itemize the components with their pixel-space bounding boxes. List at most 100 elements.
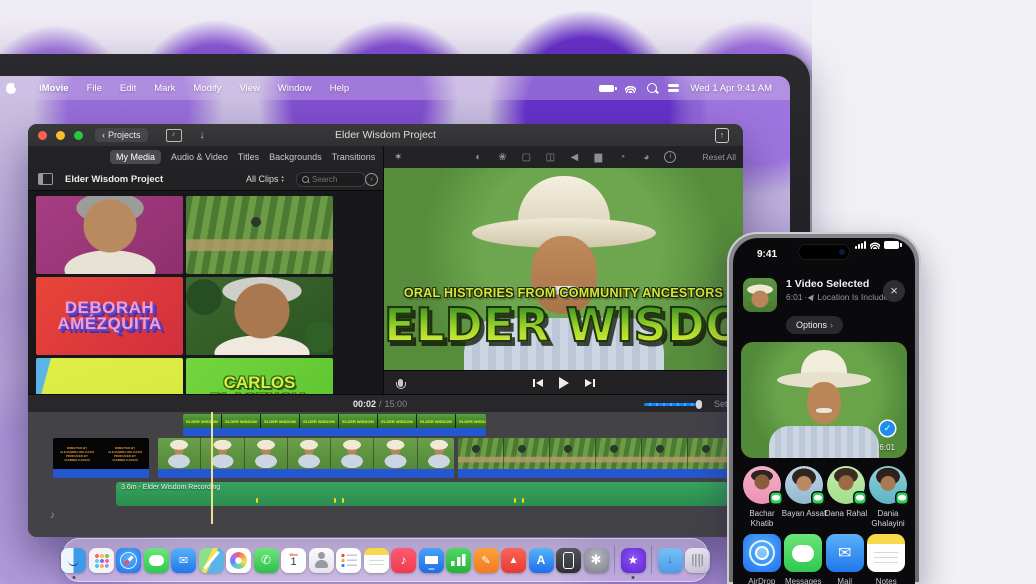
- title-track[interactable]: ELDER WISDOM ELDER WISDOM ELDER WISDOM E…: [183, 414, 486, 428]
- play-button[interactable]: [559, 377, 569, 389]
- clip-thumbnail-elder-woman[interactable]: [36, 196, 183, 274]
- info-icon[interactable]: i: [664, 151, 676, 163]
- timeline[interactable]: ELDER WISDOM ELDER WISDOM ELDER WISDOM E…: [28, 412, 743, 537]
- search-icon[interactable]: [647, 83, 657, 93]
- clip-thumbnail-farm[interactable]: [186, 196, 333, 274]
- noise-reduction-icon[interactable]: ▆: [592, 152, 604, 163]
- menu-clock[interactable]: Wed 1 Apr 9:41 AM: [690, 83, 772, 94]
- preview-video[interactable]: ORAL HISTORIES FROM COMMUNITY ANCESTORS …: [384, 168, 743, 370]
- filters-icon[interactable]: ◕: [640, 152, 652, 163]
- share-notes[interactable]: Notes: [866, 534, 908, 584]
- close-window-button[interactable]: [38, 131, 47, 140]
- dock-photos-icon[interactable]: [226, 548, 251, 573]
- tab-transitions[interactable]: Transitions: [332, 152, 376, 162]
- dock-keynote-icon[interactable]: [419, 548, 444, 573]
- close-share-button[interactable]: ×: [883, 280, 905, 302]
- iphone: 9:41 1 Video Selected 6:01 · Location Is…: [727, 232, 921, 584]
- search-field[interactable]: [296, 172, 366, 187]
- control-center-icon[interactable]: [668, 84, 679, 93]
- dock-contacts-icon[interactable]: [309, 548, 334, 573]
- dock-mail-icon[interactable]: ✉: [171, 548, 196, 573]
- dock-reminders-icon[interactable]: [336, 548, 361, 573]
- menu-mark[interactable]: Mark: [154, 83, 175, 94]
- import-media-icon[interactable]: ↓: [200, 130, 205, 141]
- chevron-right-icon: ›: [830, 320, 833, 330]
- tab-backgrounds[interactable]: Backgrounds: [269, 152, 322, 162]
- tab-audio-video[interactable]: Audio & Video: [171, 152, 228, 162]
- dock-numbers-icon[interactable]: [446, 548, 471, 573]
- zoom-window-button[interactable]: [74, 131, 83, 140]
- dock-calendar-icon[interactable]: Wed 1: [281, 548, 306, 573]
- volume-icon[interactable]: ◀: [568, 152, 580, 163]
- share-messages[interactable]: Messages: [783, 534, 825, 584]
- dock-rocket-icon[interactable]: ▲: [501, 548, 526, 573]
- minimize-window-button[interactable]: [56, 131, 65, 140]
- search-input[interactable]: [312, 175, 356, 184]
- wifi-icon[interactable]: [625, 84, 636, 93]
- speed-icon[interactable]: ◔: [616, 152, 628, 163]
- dock-system-settings-icon[interactable]: ✱: [584, 548, 609, 573]
- menu-imovie[interactable]: iMovie: [39, 83, 69, 94]
- reset-all-button[interactable]: Reset All: [702, 152, 736, 162]
- dock-iphone-mirroring-icon[interactable]: [556, 548, 581, 573]
- previous-frame-button[interactable]: [533, 379, 543, 387]
- farm-clip[interactable]: [458, 438, 728, 478]
- contact-dana[interactable]: Dana Rahal: [825, 466, 867, 528]
- timeline-zoom-slider[interactable]: [644, 403, 700, 406]
- tab-my-media[interactable]: My Media: [110, 150, 161, 164]
- battery-icon[interactable]: [599, 85, 614, 92]
- color-palette-icon[interactable]: ❀: [496, 152, 508, 163]
- next-frame-button[interactable]: [585, 379, 595, 387]
- audio-track[interactable]: 3.6m - Elder Wisdom Recording: [116, 482, 728, 506]
- dock-downloads-icon[interactable]: [658, 548, 683, 573]
- back-to-projects-button[interactable]: ‹ Projects: [95, 128, 148, 142]
- menu-file[interactable]: File: [87, 83, 102, 94]
- color-balance-icon[interactable]: ◐: [472, 152, 484, 163]
- apple-menu-icon[interactable]: [6, 83, 16, 94]
- dock-finder-icon[interactable]: [61, 548, 86, 573]
- contact-dania[interactable]: Dania Ghalayini: [867, 466, 909, 528]
- options-button[interactable]: Options›: [786, 316, 843, 334]
- playhead[interactable]: [211, 412, 213, 524]
- auto-enhance-icon[interactable]: ✶: [394, 152, 402, 163]
- contact-bayan[interactable]: Bayan Assaf: [783, 466, 825, 528]
- clip-thumbnail-map[interactable]: UNITED STATES: [36, 358, 183, 394]
- credits-clip[interactable]: DIRECTED BYALEJANDRA DELGADO PRODUCED BY…: [53, 438, 149, 478]
- share-video-thumbnail[interactable]: [743, 278, 777, 312]
- dock-trash-icon[interactable]: [685, 548, 710, 573]
- clip-thumbnail-carlos-title[interactable]: CARLOS PLASENCIA: [186, 358, 333, 394]
- stabilization-icon[interactable]: ◫: [544, 152, 556, 163]
- elder-interview-clip[interactable]: [158, 438, 454, 478]
- sidebar-toggle-icon[interactable]: [38, 173, 53, 185]
- dock-music-icon[interactable]: ♪: [391, 548, 416, 573]
- menu-edit[interactable]: Edit: [120, 83, 136, 94]
- contact-bachar[interactable]: Bachar Khatib: [741, 466, 783, 528]
- dock-messages-icon[interactable]: [144, 548, 169, 573]
- dock-pages-icon[interactable]: ✎: [474, 548, 499, 573]
- title-clip-bar[interactable]: [183, 428, 486, 436]
- dock-maps-icon[interactable]: [199, 548, 224, 573]
- share-icon[interactable]: ↑: [715, 128, 729, 143]
- crop-icon[interactable]: ▢: [520, 152, 532, 163]
- imovie-window: ‹ Projects ♪ ↓ Elder Wisdom Project ↑ My…: [28, 124, 743, 537]
- menu-help[interactable]: Help: [330, 83, 350, 94]
- media-browser-icon[interactable]: ♪: [166, 129, 182, 142]
- dock-notes-icon[interactable]: [364, 548, 389, 573]
- selected-video-card[interactable]: ✓ 6:01: [741, 342, 907, 458]
- menu-modify[interactable]: Modify: [193, 83, 221, 94]
- dock-app-store-icon[interactable]: A: [529, 548, 554, 573]
- clip-thumbnail-elder-woman-2[interactable]: [186, 277, 333, 355]
- menu-view[interactable]: View: [239, 83, 259, 94]
- tab-titles[interactable]: Titles: [238, 152, 259, 162]
- dock-phone-icon[interactable]: ✆: [254, 548, 279, 573]
- voiceover-mic-icon[interactable]: [398, 379, 403, 387]
- share-airdrop[interactable]: AirDrop: [741, 534, 783, 584]
- share-mail[interactable]: ✉ Mail: [824, 534, 866, 584]
- clip-thumbnail-deborah-title[interactable]: DEBORAH AMÉZQUITA: [36, 277, 183, 355]
- clips-filter-dropdown[interactable]: All Clips ▴▾: [246, 174, 284, 184]
- dock-imovie-icon[interactable]: ★: [621, 548, 646, 573]
- menu-window[interactable]: Window: [278, 83, 312, 94]
- dock-safari-icon[interactable]: [116, 548, 141, 573]
- dock-launchpad-icon[interactable]: [89, 548, 114, 573]
- clip-cycle-icon[interactable]: ›: [365, 173, 378, 186]
